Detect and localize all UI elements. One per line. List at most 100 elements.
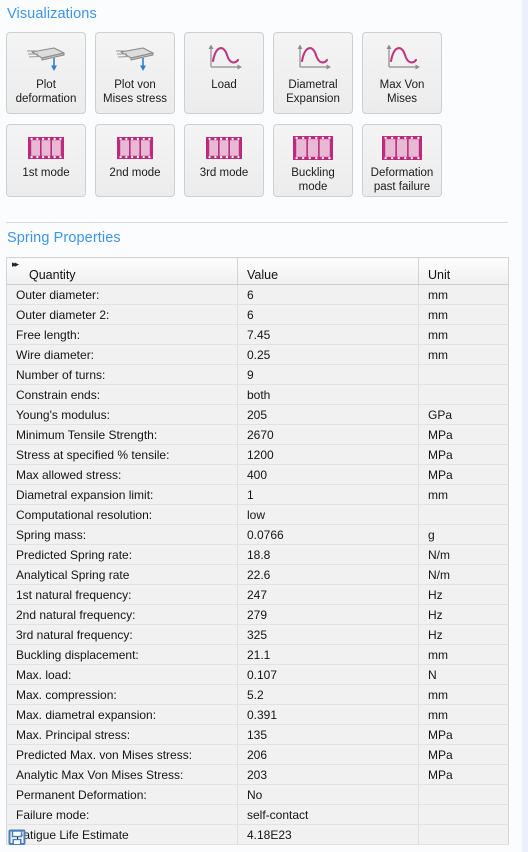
viz-button-label: Buckling mode: [291, 167, 335, 193]
table-row[interactable]: Max. load: 0.107 N: [6, 664, 509, 685]
cell-quantity: Outer diameter 2:: [6, 304, 238, 325]
viz-button-plot-von-mises-stress[interactable]: Plot von Mises stress: [95, 32, 175, 114]
table-row[interactable]: Analytic Max Von Mises Stress: 203 MPa: [6, 764, 509, 785]
cell-value: low: [237, 504, 419, 525]
table-row[interactable]: Failure mode: self-contact: [6, 804, 509, 825]
table-row[interactable]: Minimum Tensile Strength: 2670 MPa: [6, 424, 509, 445]
table-row[interactable]: Outer diameter: 6 mm: [6, 284, 509, 305]
table-row[interactable]: Diametral expansion limit: 1 mm: [6, 484, 509, 505]
beam-deformation-icon: [116, 47, 154, 71]
viz-button-buckling-mode[interactable]: Buckling mode: [273, 124, 353, 197]
table-row[interactable]: Outer diameter 2: 6 mm: [6, 304, 509, 325]
table-row[interactable]: Stress at specified % tensile: 1200 MPa: [6, 444, 509, 465]
table-row[interactable]: Young's modulus: 205 GPa: [6, 404, 509, 425]
table-row[interactable]: Max. Principal stress: 135 MPa: [6, 724, 509, 745]
cell-unit: mm: [418, 484, 509, 505]
viz-button-label: Diametral Expansion: [286, 79, 340, 105]
viz-button-diametral-expansion[interactable]: Diametral Expansion: [273, 32, 353, 114]
viz-button-2nd-mode[interactable]: 2nd mode: [95, 124, 175, 197]
viz-button-plot-deformation[interactable]: Plot deformation: [6, 32, 86, 114]
cell-value: both: [237, 384, 419, 405]
cell-value: 1200: [237, 444, 419, 465]
table-row[interactable]: Predicted Spring rate: 18.8 N/m: [6, 544, 509, 565]
viz-button-deformation-past-failure[interactable]: Deformation past failure: [362, 124, 442, 197]
viz-button-label: 2nd mode: [109, 167, 161, 179]
table-row[interactable]: Max. compression: 5.2 mm: [6, 684, 509, 705]
table-row[interactable]: 3rd natural frequency: 325 Hz: [6, 624, 509, 645]
table-body: Outer diameter: 6 mm Outer diameter 2: 6 mm Fr…: [6, 284, 509, 845]
film-strip-icon: [28, 137, 64, 159]
cell-unit: [418, 804, 509, 825]
double-chevron-right-icon[interactable]: ▸▸: [12, 260, 19, 269]
save-floppy-icon: [8, 829, 26, 845]
cell-quantity: Spring mass:: [6, 524, 238, 545]
visualization-buttons-row-1: Plot deformation Plot von Mises stress L…: [6, 32, 522, 114]
cell-unit: [418, 824, 509, 845]
viz-button-label: Plot deformation: [15, 79, 77, 105]
table-row[interactable]: Constrain ends: both: [6, 384, 509, 405]
cell-value: 9: [237, 364, 419, 385]
table-row[interactable]: Predicted Max. von Mises stress: 206 MPa: [6, 744, 509, 765]
cell-quantity: Predicted Max. von Mises stress:: [6, 744, 238, 765]
table-row[interactable]: 1st natural frequency: 247 Hz: [6, 584, 509, 605]
cell-quantity: Analytic Max Von Mises Stress:: [6, 764, 238, 785]
visualizations-section: Visualizations Plot deformation Plot von…: [0, 0, 522, 197]
cell-unit: N/m: [418, 544, 509, 565]
save-button[interactable]: [8, 828, 26, 846]
film-strip-icon: [117, 137, 153, 159]
cell-value: 6: [237, 304, 419, 325]
cell-value: 0.107: [237, 664, 419, 685]
column-header-unit[interactable]: Unit: [418, 257, 509, 285]
cell-quantity: Stress at specified % tensile:: [6, 444, 238, 465]
cell-quantity: Max. compression:: [6, 684, 238, 705]
table-row[interactable]: Computational resolution: low: [6, 504, 509, 525]
column-header-value[interactable]: Value: [237, 257, 419, 285]
cell-quantity: Max allowed stress:: [6, 464, 238, 485]
beam-deformation-icon: [27, 47, 65, 71]
spring-properties-section: Spring Properties ▸▸ Quantity Value Unit…: [0, 230, 522, 845]
cell-value: 400: [237, 464, 419, 485]
cell-quantity: Minimum Tensile Strength:: [6, 424, 238, 445]
table-row[interactable]: Spring mass: 0.0766 g: [6, 524, 509, 545]
viz-button-max-von-mises[interactable]: Max Von Mises: [362, 32, 442, 114]
viz-button-1st-mode[interactable]: 1st mode: [6, 124, 86, 197]
viz-button-3rd-mode[interactable]: 3rd mode: [184, 124, 264, 197]
table-row[interactable]: Wire diameter: 0.25 mm: [6, 344, 509, 365]
cell-unit: MPa: [418, 444, 509, 465]
cell-value: 0.0766: [237, 524, 419, 545]
table-row[interactable]: Max. diametral expansion: 0.391 mm: [6, 704, 509, 725]
section-divider: [6, 222, 508, 223]
table-row[interactable]: Max allowed stress: 400 MPa: [6, 464, 509, 485]
viz-button-label: Plot von Mises stress: [103, 79, 167, 105]
cell-quantity: Wire diameter:: [6, 344, 238, 365]
cell-unit: mm: [418, 644, 509, 665]
cell-unit: MPa: [418, 744, 509, 765]
column-header-unit-label: Unit: [428, 268, 451, 282]
column-header-value-label: Value: [247, 268, 279, 282]
curve-plot-icon-wrap: [290, 41, 336, 75]
cell-unit: [418, 384, 509, 405]
table-row[interactable]: 2nd natural frequency: 279 Hz: [6, 604, 509, 625]
cell-quantity: Predicted Spring rate:: [6, 544, 238, 565]
cell-value: 1: [237, 484, 419, 505]
cell-unit: g: [418, 524, 509, 545]
table-row[interactable]: Buckling displacement: 21.1 mm: [6, 644, 509, 665]
curve-plot-icon: [208, 44, 242, 70]
table-row[interactable]: Number of turns: 9: [6, 364, 509, 385]
curve-plot-icon: [386, 44, 420, 70]
table-row[interactable]: Fatigue Life Estimate 4.18E23: [6, 824, 509, 845]
cell-unit: [418, 364, 509, 385]
table-row[interactable]: Analytical Spring rate 22.6 N/m: [6, 564, 509, 585]
cell-unit: mm: [418, 344, 509, 365]
column-header-quantity[interactable]: ▸▸ Quantity: [6, 257, 238, 285]
table-row[interactable]: Free length: 7.45 mm: [6, 324, 509, 345]
film-strip-icon-wrap: [290, 133, 336, 163]
viz-button-load[interactable]: Load: [184, 32, 264, 114]
beam-deformation-icon-wrap: [23, 41, 69, 75]
cell-value: 205: [237, 404, 419, 425]
cell-unit: mm: [418, 684, 509, 705]
cell-value: 21.1: [237, 644, 419, 665]
cell-value: 203: [237, 764, 419, 785]
cell-value: 6: [237, 284, 419, 305]
table-row[interactable]: Permanent Deformation: No: [6, 784, 509, 805]
